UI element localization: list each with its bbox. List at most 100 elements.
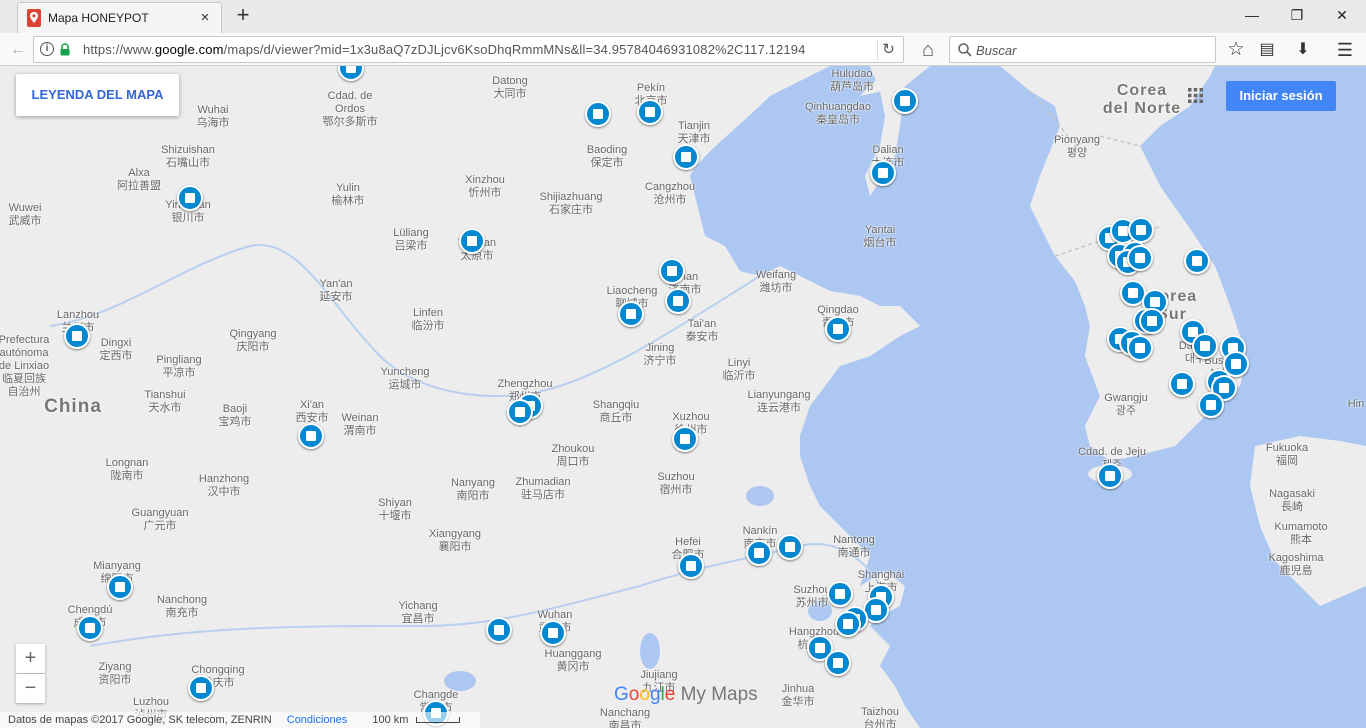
- honeypot-marker[interactable]: [1128, 217, 1154, 243]
- city-label: Pingliang 平凉市: [156, 354, 202, 379]
- honeypot-marker[interactable]: [678, 553, 704, 579]
- honeypot-marker[interactable]: [637, 99, 663, 125]
- city-label: Nantong 南通市: [833, 534, 875, 559]
- honeypot-marker[interactable]: [107, 574, 133, 600]
- city-label: Weinan 渭南市: [341, 412, 379, 437]
- reading-list-icon[interactable]: ▤: [1255, 38, 1279, 62]
- honeypot-marker[interactable]: [673, 144, 699, 170]
- city-label: Xinzhou 忻州市: [465, 174, 505, 199]
- map-legend-button[interactable]: LEYENDA DEL MAPA: [16, 74, 179, 116]
- honeypot-marker[interactable]: [585, 101, 611, 127]
- honeypot-marker[interactable]: [77, 615, 103, 641]
- search-icon: [958, 43, 972, 57]
- search-placeholder: Buscar: [976, 43, 1017, 58]
- url-domain: google.com: [154, 42, 224, 57]
- honeypot-marker[interactable]: [1139, 308, 1165, 334]
- address-bar[interactable]: i https://www.google.com/maps/d/viewer?m…: [33, 36, 904, 63]
- city-label: Baoding 保定市: [586, 144, 628, 169]
- city-label: Xiangyang 襄阳市: [429, 528, 481, 553]
- city-label: Yichang 宜昌市: [398, 600, 438, 625]
- city-label: Xi'an 西安市: [295, 399, 329, 424]
- zoom-out-button[interactable]: −: [16, 674, 45, 703]
- city-label: Jinhua 金华市: [781, 683, 815, 708]
- google-letter: G: [614, 684, 629, 705]
- map-viewport[interactable]: China Corea del Norte Corea Sur Cdad. de Or…: [0, 66, 1366, 728]
- honeypot-marker[interactable]: [618, 301, 644, 327]
- city-label: Fukuoka 福岡: [1265, 442, 1309, 467]
- signin-button[interactable]: Iniciar sesión: [1226, 81, 1336, 111]
- search-field[interactable]: Buscar: [949, 36, 1216, 63]
- honeypot-marker[interactable]: [1097, 463, 1123, 489]
- map-footer: Datos de mapas ©2017 Google, SK telecom,…: [0, 712, 480, 728]
- city-label: Kagoshima 鹿児島: [1268, 552, 1324, 577]
- city-label: Dingxi 定西市: [99, 337, 133, 362]
- minimize-icon[interactable]: —: [1229, 2, 1275, 28]
- city-label: Longnan 陇南市: [105, 457, 149, 482]
- city-label: Nanchang 南昌市: [599, 707, 651, 728]
- city-label: Tai'an 泰安市: [685, 318, 719, 343]
- city-label: Datong 大同市: [492, 75, 528, 100]
- close-window-icon[interactable]: ✕: [1319, 2, 1365, 28]
- honeypot-marker[interactable]: [825, 650, 851, 676]
- honeypot-marker[interactable]: [835, 611, 861, 637]
- city-label: Suzhou 苏州市: [793, 584, 831, 609]
- honeypot-marker[interactable]: [746, 540, 772, 566]
- city-label: Yantai 烟台市: [863, 224, 897, 249]
- map-pin-icon: [27, 9, 41, 27]
- honeypot-marker[interactable]: [1198, 392, 1224, 418]
- tab-close-icon[interactable]: ×: [195, 8, 215, 28]
- honeypot-marker[interactable]: [177, 185, 203, 211]
- honeypot-marker[interactable]: [298, 423, 324, 449]
- maximize-icon[interactable]: ❐: [1274, 2, 1320, 28]
- lock-icon: [60, 43, 70, 56]
- back-icon[interactable]: ←: [6, 38, 30, 62]
- city-label: Tianjin 天津市: [677, 120, 711, 145]
- honeypot-marker[interactable]: [1184, 248, 1210, 274]
- city-label: Wuwei 武威市: [8, 202, 42, 227]
- scale-bar: [415, 717, 460, 724]
- honeypot-marker[interactable]: [1192, 333, 1218, 359]
- city-label: Pionyang 평양: [1054, 134, 1100, 159]
- honeypot-marker[interactable]: [672, 426, 698, 452]
- browser-tab[interactable]: Mapa HONEYPOT ×: [17, 2, 222, 33]
- reload-icon[interactable]: ↻: [877, 40, 899, 60]
- google-wordmark: Google: [614, 684, 675, 705]
- city-label: Hanzhong 汉中市: [198, 473, 250, 498]
- terms-link[interactable]: Condiciones: [287, 714, 348, 726]
- honeypot-marker[interactable]: [64, 323, 90, 349]
- scale-label: 100 km: [372, 714, 409, 726]
- honeypot-marker[interactable]: [665, 288, 691, 314]
- menu-icon[interactable]: ☰: [1333, 38, 1357, 62]
- city-label: Tianshui 天水市: [144, 389, 186, 414]
- honeypot-marker[interactable]: [188, 675, 214, 701]
- honeypot-marker[interactable]: [486, 617, 512, 643]
- city-label: Lianyungang 连云港市: [747, 389, 811, 414]
- honeypot-marker[interactable]: [827, 581, 853, 607]
- download-icon[interactable]: ⬇: [1291, 38, 1315, 62]
- google-mymaps-logo: Google My Maps: [614, 684, 758, 706]
- honeypot-marker[interactable]: [1169, 371, 1195, 397]
- honeypot-marker[interactable]: [459, 228, 485, 254]
- country-label: China: [44, 396, 102, 417]
- zoom-in-button[interactable]: +: [16, 644, 45, 673]
- city-label: Baoji 宝鸡市: [218, 403, 252, 428]
- honeypot-marker[interactable]: [540, 620, 566, 646]
- url-text: https://www.google.com/maps/d/viewer?mid…: [83, 42, 806, 57]
- city-label: Shijiazhuang 石家庄市: [539, 191, 603, 216]
- browser-titlebar: Mapa HONEYPOT × + — ❐ ✕: [0, 0, 1366, 33]
- new-tab-icon[interactable]: +: [231, 4, 255, 28]
- honeypot-marker[interactable]: [659, 258, 685, 284]
- home-icon[interactable]: ⌂: [916, 38, 940, 62]
- apps-grid-icon[interactable]: [1188, 88, 1203, 103]
- honeypot-marker[interactable]: [507, 399, 533, 425]
- info-icon[interactable]: i: [40, 42, 54, 56]
- honeypot-marker[interactable]: [777, 534, 803, 560]
- honeypot-marker[interactable]: [825, 316, 851, 342]
- honeypot-marker[interactable]: [1127, 335, 1153, 361]
- bookmark-star-icon[interactable]: ☆: [1224, 38, 1248, 62]
- google-letter: o: [628, 684, 640, 705]
- honeypot-marker[interactable]: [870, 160, 896, 186]
- city-label: Shangqiu 商丘市: [592, 399, 640, 424]
- honeypot-marker[interactable]: [1127, 245, 1153, 271]
- honeypot-marker[interactable]: [892, 88, 918, 114]
